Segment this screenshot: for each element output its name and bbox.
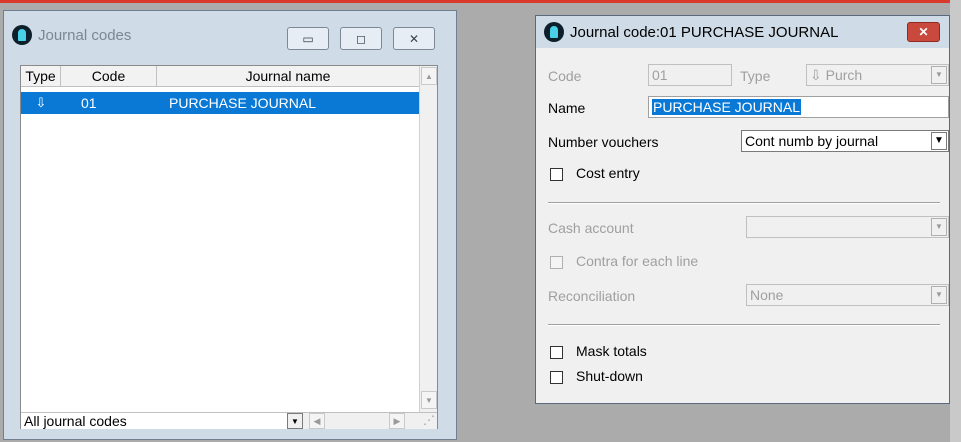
type-label: Type <box>740 68 771 84</box>
mask-totals-checkbox[interactable] <box>550 346 563 359</box>
name-label: Name <box>548 100 586 116</box>
type-select: ⇩ Purch ▼ <box>806 64 949 86</box>
window-title: Journal codes <box>38 26 132 44</box>
divider <box>548 324 940 326</box>
filter-value: All journal codes <box>24 413 127 429</box>
scroll-down-icon[interactable]: ▼ <box>421 391 437 409</box>
row-journal-name: PURCHASE JOURNAL <box>169 95 317 111</box>
cash-account-label: Cash account <box>548 220 634 236</box>
minimize-icon: ▭ <box>302 31 314 46</box>
code-value: 01 <box>652 67 668 83</box>
chevron-down-icon: ▼ <box>931 66 947 84</box>
number-vouchers-label: Number vouchers <box>548 134 659 150</box>
vertical-scrollbar[interactable]: ▲ ▼ <box>419 66 437 412</box>
close-icon: ✕ <box>408 31 420 46</box>
close-icon: ✕ <box>918 25 929 39</box>
row-code: 01 <box>81 95 97 111</box>
divider <box>548 202 940 204</box>
minimize-button[interactable]: ▭ <box>287 27 329 50</box>
shutdown-checkbox[interactable] <box>550 371 563 384</box>
code-label: Code <box>548 68 582 84</box>
scroll-right-icon[interactable]: ▶ <box>389 413 405 429</box>
reconciliation-label: Reconciliation <box>548 288 636 304</box>
scroll-up-icon[interactable]: ▲ <box>421 67 437 85</box>
app-logo-icon <box>544 22 564 42</box>
resize-grip-icon[interactable]: ⋰ <box>423 413 435 427</box>
chevron-down-icon: ▼ <box>931 286 947 304</box>
journal-code-detail-window: Journal code:01 PURCHASE JOURNAL ✕ Code … <box>535 15 950 404</box>
window-title-area: Journal codes <box>12 21 131 49</box>
chevron-down-icon[interactable]: ▼ <box>931 132 947 150</box>
desktop-edge <box>950 0 961 442</box>
cash-account-select: ▼ <box>746 216 949 238</box>
purchase-type-icon: ⇩ <box>35 95 47 110</box>
number-vouchers-value: Cont numb by journal <box>745 133 879 149</box>
close-button[interactable]: ✕ <box>907 22 940 42</box>
detail-window-title: Journal code:01 PURCHASE JOURNAL <box>570 23 839 41</box>
reconciliation-value: None <box>750 287 784 303</box>
app-logo-icon <box>12 25 32 45</box>
detail-form: Code 01 Type ⇩ Purch ▼ Name PURCHASE JOU… <box>536 48 949 403</box>
name-input[interactable]: PURCHASE JOURNAL <box>648 96 949 118</box>
maximize-button[interactable]: ◻ <box>340 27 382 50</box>
column-header-code[interactable]: Code <box>61 66 157 86</box>
column-header-type[interactable]: Type <box>21 66 61 86</box>
chevron-down-icon: ▼ <box>931 218 947 236</box>
detail-title-bar: Journal code:01 PURCHASE JOURNAL ✕ <box>536 16 949 48</box>
scroll-left-icon[interactable]: ◀ <box>309 413 325 429</box>
mask-totals-label: Mask totals <box>576 343 647 359</box>
contra-checkbox <box>550 256 563 269</box>
cost-entry-label: Cost entry <box>576 165 640 181</box>
list-footer: All journal codes ▼ ◀ ▶ ⋰ <box>21 412 437 429</box>
maximize-icon: ◻ <box>356 31 366 46</box>
type-value: Purch <box>825 67 863 83</box>
journal-codes-window: Journal codes ▭ ◻ ✕ Type Code Journal na… <box>3 10 457 440</box>
shutdown-label: Shut-down <box>576 368 643 384</box>
close-button[interactable]: ✕ <box>393 27 435 50</box>
contra-label: Contra for each line <box>576 253 699 269</box>
journal-list: Type Code Journal name ⇩ 01 PURCHASE JOU… <box>20 65 438 429</box>
journal-filter-select[interactable]: All journal codes <box>21 413 303 429</box>
number-vouchers-select[interactable]: Cont numb by journal ▼ <box>741 130 949 152</box>
purchase-type-icon: ⇩ <box>810 67 822 83</box>
column-header-journal-name[interactable]: Journal name <box>157 66 419 86</box>
name-value: PURCHASE JOURNAL <box>652 99 802 115</box>
list-header: Type Code Journal name <box>21 66 419 87</box>
desktop-accent-line <box>0 0 961 3</box>
code-field: 01 <box>648 64 732 86</box>
table-row[interactable]: ⇩ 01 PURCHASE JOURNAL <box>21 92 419 114</box>
filter-dropdown-icon[interactable]: ▼ <box>287 413 303 429</box>
reconciliation-select: None ▼ <box>746 284 949 306</box>
cost-entry-checkbox[interactable] <box>550 168 563 181</box>
